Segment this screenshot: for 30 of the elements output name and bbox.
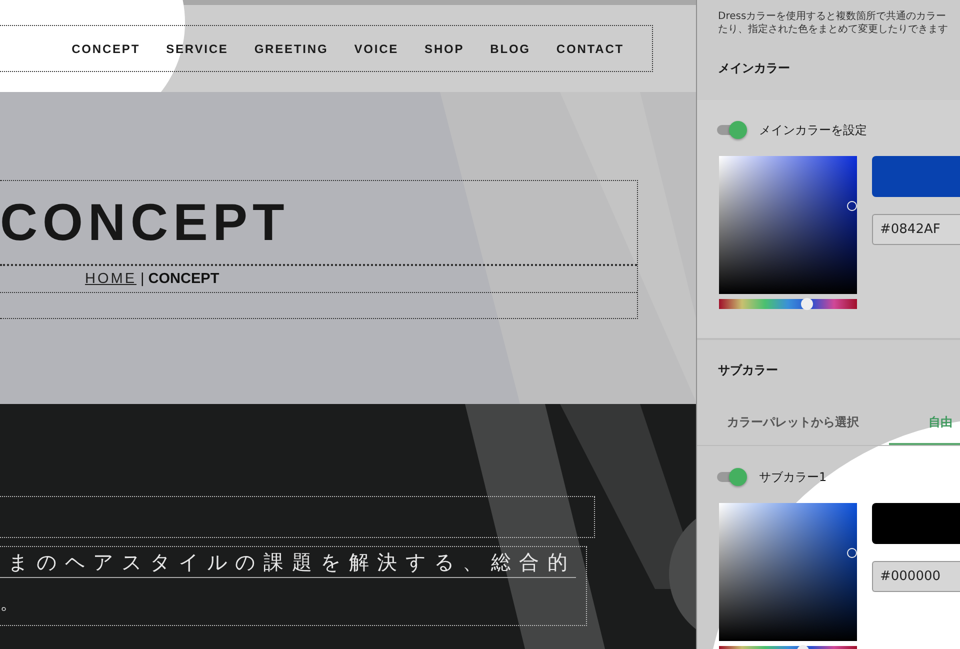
toggle-switch[interactable] — [717, 122, 747, 138]
toggle-switch[interactable] — [717, 469, 747, 485]
nav-link[interactable]: GREETING — [254, 42, 328, 56]
toggle-label: サブカラー1 — [759, 468, 827, 486]
slider-thumb[interactable] — [801, 298, 814, 310]
nav-link[interactable]: SHOP — [424, 42, 464, 56]
nav-link[interactable]: BLOG — [490, 42, 530, 56]
hex-input[interactable]: #000000 — [872, 561, 960, 592]
page-title: CONCEPT — [0, 192, 290, 252]
nav-link[interactable]: SERVICE — [166, 42, 228, 56]
breadcrumb-separator: | — [140, 271, 144, 287]
description-text: たり、指定された色をまとめて変更したりできます — [718, 23, 949, 36]
picker-handle[interactable] — [847, 548, 857, 558]
saturation-area[interactable] — [719, 503, 857, 641]
section-heading: メインカラー — [718, 60, 791, 77]
nav-link[interactable]: CONTACT — [556, 42, 624, 56]
nav-link[interactable]: VOICE — [354, 42, 399, 56]
picker-handle[interactable] — [847, 201, 857, 211]
hue-slider[interactable] — [719, 299, 857, 309]
toggle-label: メインカラーを設定 — [759, 122, 867, 138]
intro-text: 。 — [0, 594, 18, 614]
saturation-area[interactable] — [719, 156, 857, 294]
description-text: Dressカラーを使用すると複数箇所で共通のカラー — [718, 10, 948, 23]
breadcrumb-current: CONCEPT — [148, 271, 220, 287]
tab[interactable]: カラーパレットから選択 — [727, 402, 865, 445]
breadcrumb-link[interactable]: HOME — [85, 271, 136, 287]
intro-text: まのヘアスタイルの課題を解決する、総合的 — [0, 549, 576, 578]
hex-input[interactable]: #0842AF — [872, 214, 960, 245]
nav-link[interactable]: CONCEPT — [72, 42, 140, 56]
section-heading: サブカラー — [718, 362, 779, 379]
